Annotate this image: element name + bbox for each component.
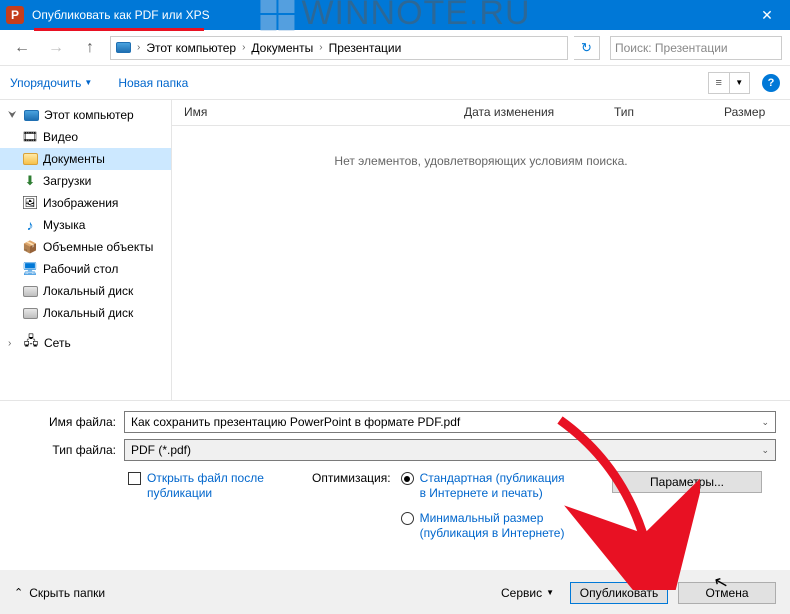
back-button[interactable]: ← (8, 35, 36, 61)
filetype-combo[interactable]: PDF (*.pdf) ⌄ (124, 439, 776, 461)
up-button[interactable]: ↑ (76, 35, 104, 61)
new-folder-button[interactable]: Новая папка (118, 76, 188, 90)
close-button[interactable]: ✕ (744, 0, 790, 30)
chevron-down-icon: ▼ (546, 588, 554, 597)
sidebar-item-music[interactable]: Музыка (0, 214, 171, 236)
chevron-down-icon: ▼ (84, 78, 92, 87)
sidebar-item-downloads[interactable]: Загрузки (0, 170, 171, 192)
parameters-button[interactable]: Параметры... (612, 471, 762, 493)
breadcrumb-p1[interactable]: Документы (251, 41, 313, 55)
open-after-checkbox[interactable]: Открыть файл после публикации (128, 471, 298, 541)
filename-label: Имя файла: (0, 415, 124, 429)
breadcrumb-p2[interactable]: Презентации (329, 41, 402, 55)
list-header: Имя Дата изменения Тип Размер (172, 100, 790, 126)
organize-button[interactable]: Упорядочить▼ (10, 76, 92, 90)
chevron-up-icon: ⌃ (14, 586, 23, 599)
pictures-icon (22, 195, 38, 211)
pc-icon (115, 40, 131, 56)
disk-icon (22, 305, 38, 321)
radio-minimum[interactable]: Минимальный размер (публикация в Интерне… (401, 511, 570, 541)
chevron-down-icon: ⌄ (761, 417, 769, 428)
refresh-button[interactable]: ↻ (574, 36, 600, 60)
column-size[interactable]: Размер (712, 100, 790, 125)
radio-standard[interactable]: Стандартная (публикация в Интернете и пе… (401, 471, 570, 501)
sidebar-item-videos[interactable]: Видео (0, 126, 171, 148)
sidebar-item-3d-objects[interactable]: 📦Объемные объекты (0, 236, 171, 258)
sidebar-item-pictures[interactable]: Изображения (0, 192, 171, 214)
sidebar-item-network[interactable]: ›Сеть (0, 332, 171, 354)
tools-menu[interactable]: Сервис ▼ (501, 586, 554, 600)
objects-icon: 📦 (22, 239, 38, 255)
list-view-icon: ≡ (709, 73, 730, 93)
chevron-right-icon: › (240, 42, 247, 53)
powerpoint-icon: P (6, 6, 24, 24)
forward-button[interactable]: → (42, 35, 70, 61)
optimization-label: Оптимизация: (312, 471, 391, 541)
chevron-down-icon: ⌄ (761, 445, 769, 456)
chevron-right-icon: › (317, 42, 324, 53)
checkbox-icon (128, 472, 141, 485)
window-title: Опубликовать как PDF или XPS (32, 8, 744, 22)
sidebar-item-local-disk-2[interactable]: Локальный диск (0, 302, 171, 324)
music-icon (22, 217, 38, 233)
hide-folders-button[interactable]: ⌃ Скрыть папки (14, 586, 105, 600)
help-button[interactable]: ? (762, 74, 780, 92)
save-form: Имя файла: Как сохранить презентацию Pow… (0, 400, 790, 551)
network-icon (23, 335, 39, 351)
search-input[interactable]: Поиск: Презентации (610, 36, 782, 60)
nav-bar: ← → ↑ › Этот компьютер › Документы › Пре… (0, 30, 790, 66)
file-list-area: Имя Дата изменения Тип Размер Нет элемен… (172, 100, 790, 400)
filetype-label: Тип файла: (0, 443, 124, 457)
title-underline (34, 28, 204, 31)
radio-icon (401, 512, 414, 525)
breadcrumb[interactable]: › Этот компьютер › Документы › Презентац… (110, 36, 568, 60)
column-date[interactable]: Дата изменения (452, 100, 602, 125)
sidebar: ⮟Этот компьютер Видео Документы Загрузки… (0, 100, 172, 400)
filename-input[interactable]: Как сохранить презентацию PowerPoint в ф… (124, 411, 776, 433)
chevron-right-icon: › (135, 42, 142, 53)
pc-icon (23, 107, 39, 123)
empty-message: Нет элементов, удовлетворяющих условиям … (172, 154, 790, 168)
sidebar-item-desktop[interactable]: Рабочий стол (0, 258, 171, 280)
video-icon (22, 129, 38, 145)
search-placeholder: Поиск: Презентации (615, 41, 728, 55)
view-mode-button[interactable]: ≡ ▼ (708, 72, 750, 94)
sidebar-item-documents[interactable]: Документы (0, 148, 171, 170)
desktop-icon (22, 261, 38, 277)
column-type[interactable]: Тип (602, 100, 712, 125)
footer: ⌃ Скрыть папки Сервис ▼ Опубликовать Отм… (0, 570, 790, 614)
publish-button[interactable]: Опубликовать (570, 582, 668, 604)
toolbar: Упорядочить▼ Новая папка ≡ ▼ ? (0, 66, 790, 100)
column-name[interactable]: Имя (172, 100, 452, 125)
breadcrumb-root[interactable]: Этот компьютер (146, 41, 236, 55)
folder-icon (22, 151, 38, 167)
main-area: ⮟Этот компьютер Видео Документы Загрузки… (0, 100, 790, 400)
sidebar-item-this-pc[interactable]: ⮟Этот компьютер (0, 104, 171, 126)
radio-icon (401, 472, 414, 485)
chevron-down-icon: ▼ (730, 73, 750, 93)
sidebar-item-local-disk-1[interactable]: Локальный диск (0, 280, 171, 302)
disk-icon (22, 283, 38, 299)
download-icon (22, 173, 38, 189)
title-bar: P Опубликовать как PDF или XPS ✕ (0, 0, 790, 30)
